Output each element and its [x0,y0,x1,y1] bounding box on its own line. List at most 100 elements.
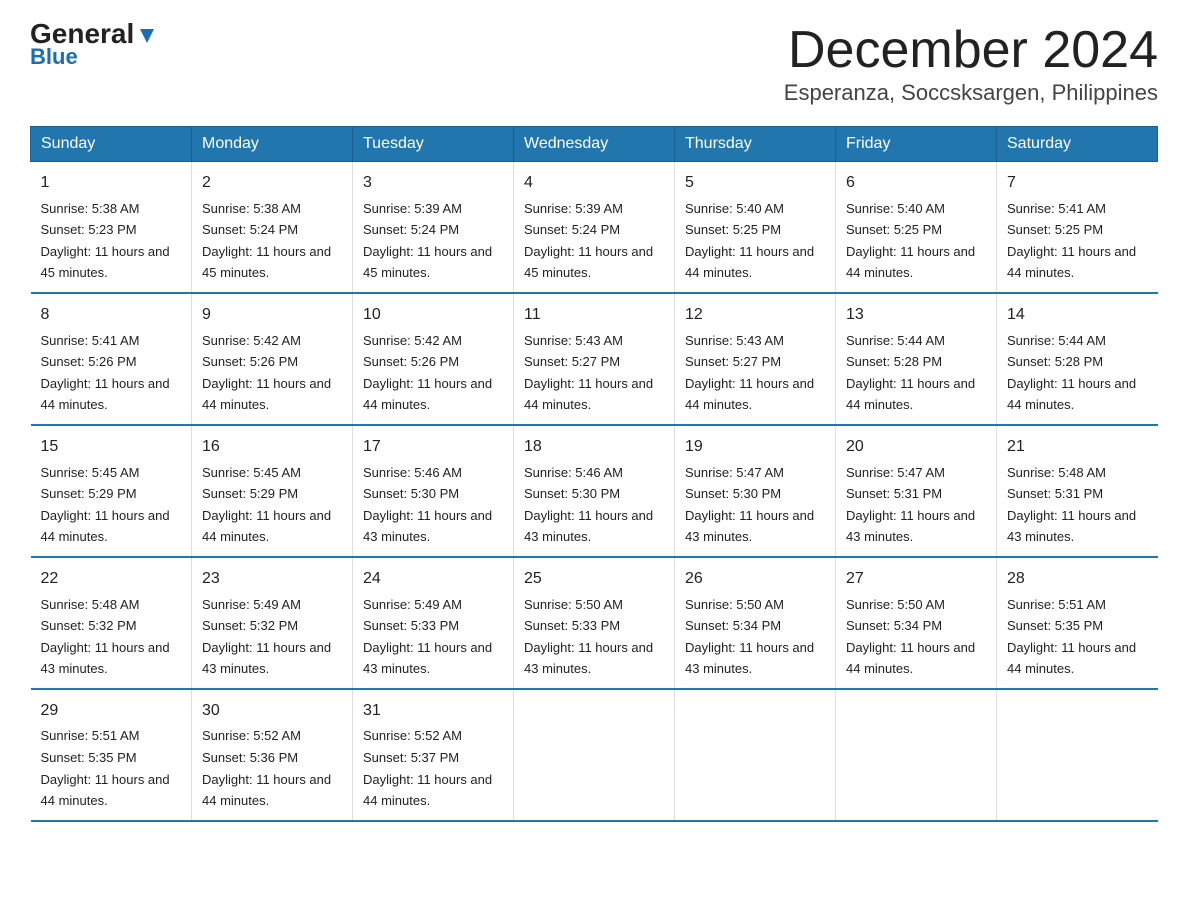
day-info: Sunrise: 5:48 AMSunset: 5:31 PMDaylight:… [1007,465,1136,545]
calendar-cell: 9 Sunrise: 5:42 AMSunset: 5:26 PMDayligh… [192,293,353,425]
week-row-4: 22 Sunrise: 5:48 AMSunset: 5:32 PMDaylig… [31,557,1158,689]
day-number: 11 [524,302,664,328]
calendar-cell: 2 Sunrise: 5:38 AMSunset: 5:24 PMDayligh… [192,162,353,293]
day-number: 7 [1007,170,1148,196]
calendar-cell: 4 Sunrise: 5:39 AMSunset: 5:24 PMDayligh… [514,162,675,293]
day-info: Sunrise: 5:42 AMSunset: 5:26 PMDaylight:… [202,333,331,413]
header-day-saturday: Saturday [997,127,1158,162]
calendar-cell [675,689,836,821]
day-number: 31 [363,698,503,724]
day-number: 13 [846,302,986,328]
day-number: 16 [202,434,342,460]
title-area: December 2024 Esperanza, Soccsksargen, P… [784,20,1158,106]
week-row-3: 15 Sunrise: 5:45 AMSunset: 5:29 PMDaylig… [31,425,1158,557]
day-number: 30 [202,698,342,724]
calendar-cell: 7 Sunrise: 5:41 AMSunset: 5:25 PMDayligh… [997,162,1158,293]
day-number: 15 [41,434,182,460]
calendar-cell [997,689,1158,821]
day-number: 17 [363,434,503,460]
calendar-cell: 25 Sunrise: 5:50 AMSunset: 5:33 PMDaylig… [514,557,675,689]
day-number: 22 [41,566,182,592]
calendar-cell: 12 Sunrise: 5:43 AMSunset: 5:27 PMDaylig… [675,293,836,425]
day-number: 10 [363,302,503,328]
day-number: 3 [363,170,503,196]
calendar-cell: 10 Sunrise: 5:42 AMSunset: 5:26 PMDaylig… [353,293,514,425]
calendar-cell: 3 Sunrise: 5:39 AMSunset: 5:24 PMDayligh… [353,162,514,293]
calendar-cell: 11 Sunrise: 5:43 AMSunset: 5:27 PMDaylig… [514,293,675,425]
day-info: Sunrise: 5:38 AMSunset: 5:23 PMDaylight:… [41,201,170,281]
header-day-sunday: Sunday [31,127,192,162]
day-info: Sunrise: 5:51 AMSunset: 5:35 PMDaylight:… [1007,597,1136,677]
day-info: Sunrise: 5:43 AMSunset: 5:27 PMDaylight:… [524,333,653,413]
day-info: Sunrise: 5:48 AMSunset: 5:32 PMDaylight:… [41,597,170,677]
page-header: General Blue December 2024 Esperanza, So… [30,20,1158,106]
calendar-cell: 30 Sunrise: 5:52 AMSunset: 5:36 PMDaylig… [192,689,353,821]
day-number: 14 [1007,302,1148,328]
day-number: 18 [524,434,664,460]
day-number: 9 [202,302,342,328]
day-number: 6 [846,170,986,196]
day-info: Sunrise: 5:41 AMSunset: 5:25 PMDaylight:… [1007,201,1136,281]
day-info: Sunrise: 5:38 AMSunset: 5:24 PMDaylight:… [202,201,331,281]
day-number: 20 [846,434,986,460]
calendar-cell: 6 Sunrise: 5:40 AMSunset: 5:25 PMDayligh… [836,162,997,293]
day-info: Sunrise: 5:49 AMSunset: 5:33 PMDaylight:… [363,597,492,677]
day-info: Sunrise: 5:47 AMSunset: 5:30 PMDaylight:… [685,465,814,545]
calendar-table: SundayMondayTuesdayWednesdayThursdayFrid… [30,126,1158,822]
day-info: Sunrise: 5:45 AMSunset: 5:29 PMDaylight:… [41,465,170,545]
day-info: Sunrise: 5:52 AMSunset: 5:37 PMDaylight:… [363,728,492,808]
calendar-cell: 27 Sunrise: 5:50 AMSunset: 5:34 PMDaylig… [836,557,997,689]
calendar-cell: 24 Sunrise: 5:49 AMSunset: 5:33 PMDaylig… [353,557,514,689]
calendar-cell: 14 Sunrise: 5:44 AMSunset: 5:28 PMDaylig… [997,293,1158,425]
calendar-cell: 19 Sunrise: 5:47 AMSunset: 5:30 PMDaylig… [675,425,836,557]
day-number: 19 [685,434,825,460]
header-day-wednesday: Wednesday [514,127,675,162]
calendar-cell: 21 Sunrise: 5:48 AMSunset: 5:31 PMDaylig… [997,425,1158,557]
calendar-cell: 1 Sunrise: 5:38 AMSunset: 5:23 PMDayligh… [31,162,192,293]
calendar-header-row: SundayMondayTuesdayWednesdayThursdayFrid… [31,127,1158,162]
header-day-tuesday: Tuesday [353,127,514,162]
calendar-cell: 29 Sunrise: 5:51 AMSunset: 5:35 PMDaylig… [31,689,192,821]
day-info: Sunrise: 5:41 AMSunset: 5:26 PMDaylight:… [41,333,170,413]
day-number: 26 [685,566,825,592]
calendar-cell: 31 Sunrise: 5:52 AMSunset: 5:37 PMDaylig… [353,689,514,821]
calendar-cell: 23 Sunrise: 5:49 AMSunset: 5:32 PMDaylig… [192,557,353,689]
day-info: Sunrise: 5:51 AMSunset: 5:35 PMDaylight:… [41,728,170,808]
day-number: 4 [524,170,664,196]
day-info: Sunrise: 5:40 AMSunset: 5:25 PMDaylight:… [685,201,814,281]
week-row-5: 29 Sunrise: 5:51 AMSunset: 5:35 PMDaylig… [31,689,1158,821]
day-info: Sunrise: 5:45 AMSunset: 5:29 PMDaylight:… [202,465,331,545]
logo-blue: Blue [30,44,78,70]
day-info: Sunrise: 5:40 AMSunset: 5:25 PMDaylight:… [846,201,975,281]
month-title: December 2024 [784,20,1158,80]
day-number: 23 [202,566,342,592]
day-info: Sunrise: 5:50 AMSunset: 5:34 PMDaylight:… [685,597,814,677]
calendar-cell: 17 Sunrise: 5:46 AMSunset: 5:30 PMDaylig… [353,425,514,557]
day-number: 1 [41,170,182,196]
calendar-cell: 16 Sunrise: 5:45 AMSunset: 5:29 PMDaylig… [192,425,353,557]
calendar-cell [836,689,997,821]
week-row-1: 1 Sunrise: 5:38 AMSunset: 5:23 PMDayligh… [31,162,1158,293]
day-info: Sunrise: 5:44 AMSunset: 5:28 PMDaylight:… [1007,333,1136,413]
day-number: 21 [1007,434,1148,460]
calendar-cell: 28 Sunrise: 5:51 AMSunset: 5:35 PMDaylig… [997,557,1158,689]
day-number: 12 [685,302,825,328]
calendar-cell: 15 Sunrise: 5:45 AMSunset: 5:29 PMDaylig… [31,425,192,557]
calendar-cell: 20 Sunrise: 5:47 AMSunset: 5:31 PMDaylig… [836,425,997,557]
day-number: 24 [363,566,503,592]
day-info: Sunrise: 5:52 AMSunset: 5:36 PMDaylight:… [202,728,331,808]
week-row-2: 8 Sunrise: 5:41 AMSunset: 5:26 PMDayligh… [31,293,1158,425]
header-day-monday: Monday [192,127,353,162]
day-info: Sunrise: 5:44 AMSunset: 5:28 PMDaylight:… [846,333,975,413]
calendar-cell [514,689,675,821]
day-number: 29 [41,698,182,724]
day-number: 27 [846,566,986,592]
day-info: Sunrise: 5:42 AMSunset: 5:26 PMDaylight:… [363,333,492,413]
header-day-thursday: Thursday [675,127,836,162]
day-info: Sunrise: 5:50 AMSunset: 5:34 PMDaylight:… [846,597,975,677]
calendar-cell: 22 Sunrise: 5:48 AMSunset: 5:32 PMDaylig… [31,557,192,689]
calendar-cell: 8 Sunrise: 5:41 AMSunset: 5:26 PMDayligh… [31,293,192,425]
header-day-friday: Friday [836,127,997,162]
day-number: 5 [685,170,825,196]
day-info: Sunrise: 5:39 AMSunset: 5:24 PMDaylight:… [363,201,492,281]
